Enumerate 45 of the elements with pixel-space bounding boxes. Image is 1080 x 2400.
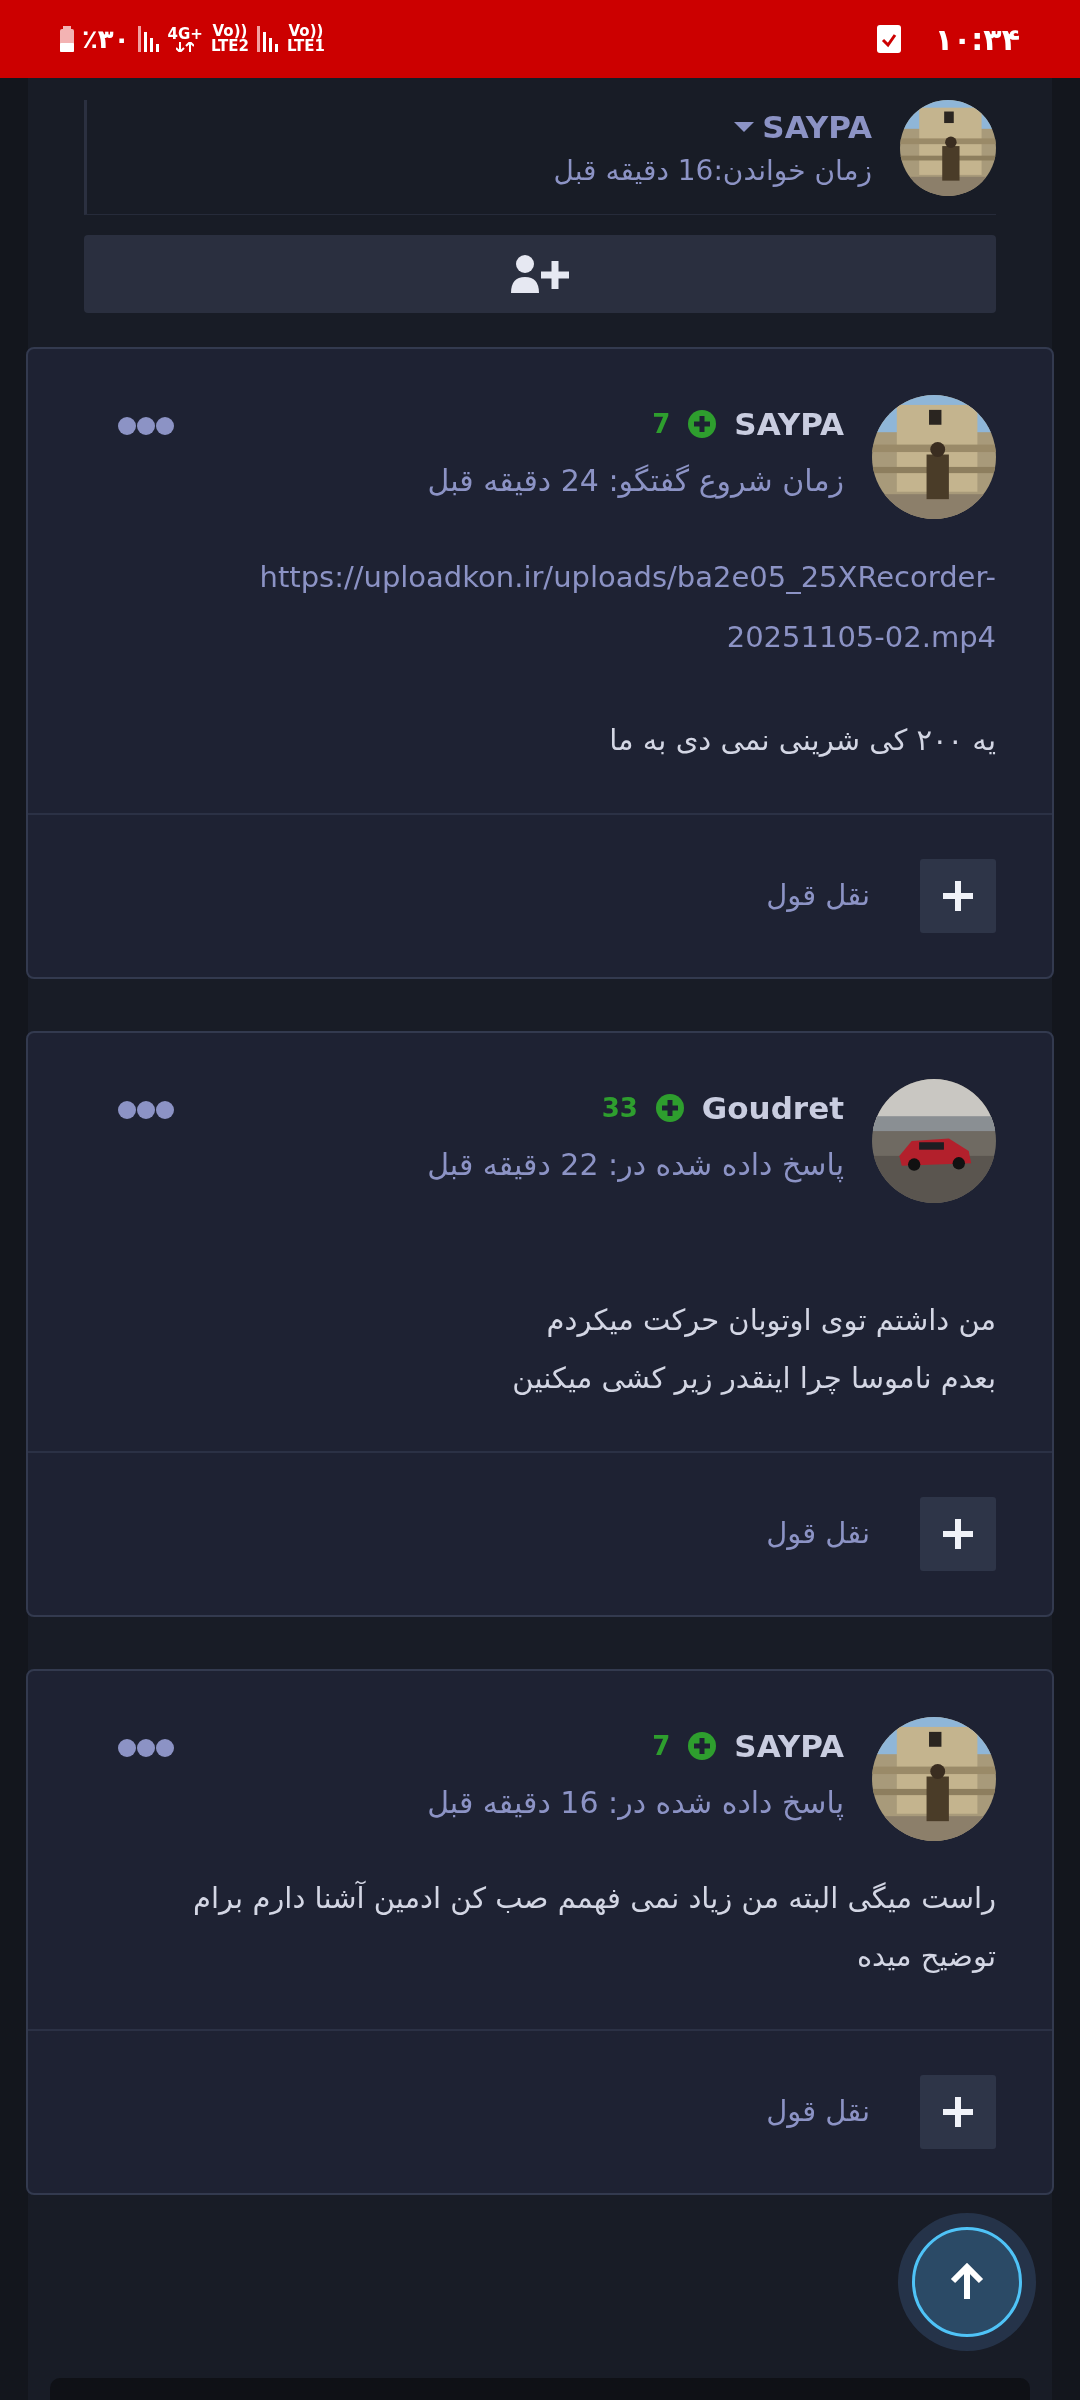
plus-icon <box>943 2097 973 2127</box>
more-options-icon[interactable] <box>118 1739 174 1757</box>
plus-icon <box>943 881 973 911</box>
post-text: راست میگی البته من زیاد نمی فهمم صب کن ادمین آشنا دارم برام توضیح میده <box>192 1879 996 1975</box>
author-name[interactable]: Goudret <box>701 1085 844 1132</box>
signal-icon <box>256 26 279 52</box>
post-text: من داشتم توی اوتوبان حرکت میکردم بعدم ناموسا چرا اینقدر زیر کشی میکنین <box>511 1302 996 1397</box>
add-button[interactable] <box>920 1497 996 1571</box>
volte-label: Vo)) <box>288 24 324 39</box>
signal-icon <box>137 26 160 52</box>
reputation-count: 7 <box>652 1729 671 1763</box>
author-name[interactable]: SAYPA <box>734 401 844 448</box>
plus-icon <box>688 1732 717 1761</box>
quote-link[interactable]: نقل قول <box>766 2090 870 2134</box>
more-options-icon[interactable] <box>118 417 174 435</box>
more-options-icon[interactable] <box>118 1101 174 1119</box>
arrow-up-icon <box>949 2263 985 2301</box>
reputation-count: 33 <box>601 1091 638 1125</box>
post-text: یه ۲۰۰ کی شرینی نمی دی به ما <box>608 722 996 759</box>
lte-label: LTE2 <box>210 39 249 54</box>
battery-percent: ٪۳۰ <box>82 22 130 56</box>
plus-icon <box>655 1094 684 1123</box>
lte-label: LTE1 <box>286 39 325 54</box>
caret-icon <box>734 122 755 132</box>
author-name[interactable]: SAYPA <box>734 1723 844 1770</box>
read-time: زمان خواندن:16 دقیقه قبل <box>553 153 872 190</box>
add-button[interactable] <box>920 859 996 933</box>
plus-icon <box>943 1519 973 1549</box>
plus-icon <box>688 410 717 439</box>
volte-label: Vo)) <box>212 24 248 39</box>
reputation-count: 7 <box>652 407 671 441</box>
network-type: 4G+ <box>167 26 203 42</box>
add-user-icon <box>511 255 569 293</box>
post-time: پاسخ داده شده در: 16 دقیقه قبل <box>426 1783 844 1823</box>
clock: ۱۰:۳۴ <box>934 20 1020 59</box>
user-name[interactable]: SAYPA <box>762 103 872 151</box>
add-button[interactable] <box>920 2075 996 2149</box>
checkbox-icon <box>876 25 901 53</box>
data-arrows-icon <box>176 41 195 52</box>
quote-link[interactable]: نقل قول <box>766 1512 870 1556</box>
battery-icon <box>60 26 74 52</box>
post-time: پاسخ داده شده در: 22 دقیقه قبل <box>426 1145 844 1185</box>
post-time: زمان شروع گفتگو: 24 دقیقه قبل <box>426 461 844 501</box>
post-link[interactable]: https://uploadkon.ir/uploads/ba2e05_25XRecorder-20251105-02.mp4 <box>118 547 996 667</box>
quote-link[interactable]: نقل قول <box>766 874 870 918</box>
